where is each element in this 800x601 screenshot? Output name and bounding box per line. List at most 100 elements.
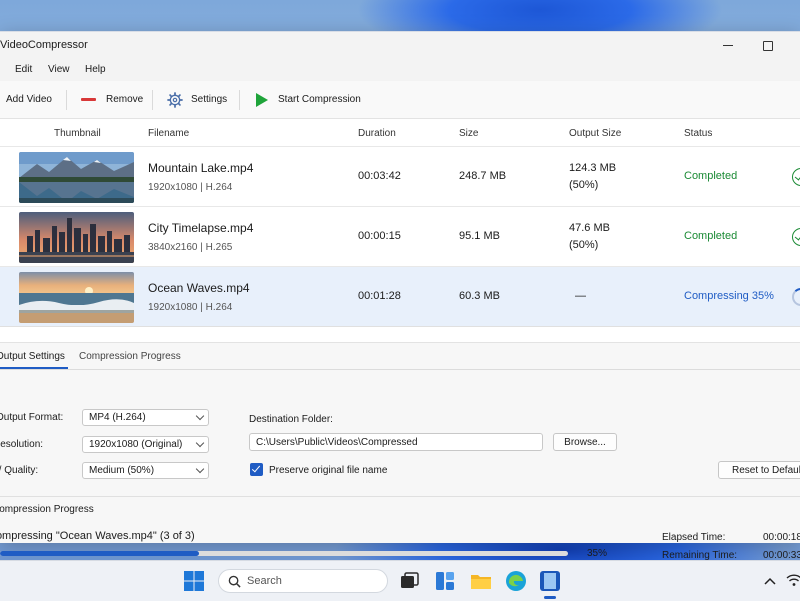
chevron-down-icon (195, 438, 205, 448)
duration: 00:01:28 (358, 290, 401, 302)
wifi-icon[interactable] (786, 573, 800, 587)
search-placeholder: Search (247, 575, 282, 587)
column-header-output-size[interactable]: Output Size (569, 128, 621, 139)
maximize-button[interactable] (748, 32, 788, 59)
table-bottom-border (0, 326, 800, 327)
add-video-button[interactable]: Add Video (6, 81, 52, 118)
quality-select[interactable]: Medium (50%) (82, 462, 209, 479)
progress-fill (0, 551, 199, 556)
output-size: — (575, 290, 586, 302)
remove-button[interactable]: Remove (81, 81, 143, 118)
table-row[interactable]: City Timelapse.mp4 3840x2160 | H.265 00:… (0, 206, 800, 266)
video-meta: 1920x1080 | H.264 (148, 182, 233, 193)
duration: 00:03:42 (358, 170, 401, 182)
table-row[interactable]: Ocean Waves.mp4 1920x1080 | H.264 00:01:… (0, 266, 800, 326)
minimize-button[interactable] (708, 32, 748, 59)
video-thumbnail (19, 152, 134, 203)
remove-label: Remove (106, 94, 144, 105)
output-format-select[interactable]: MP4 (H.264) (82, 409, 209, 426)
column-header-thumbnail[interactable]: Thumbnail (54, 128, 101, 139)
destination-folder-input[interactable]: C:\Users\Public\Videos\Compressed (249, 433, 543, 451)
column-header-status[interactable]: Status (684, 128, 712, 139)
menu-help[interactable]: Help (85, 64, 106, 75)
status-text: Completed (684, 230, 738, 242)
task-view-icon[interactable] (397, 569, 421, 593)
table-row[interactable]: Mountain Lake.mp4 1920x1080 | H.264 00:0… (0, 146, 800, 206)
menu-bar: Edit View Help (0, 59, 800, 81)
maximize-icon (763, 40, 773, 51)
resolution-select[interactable]: 1920x1080 (Original) (82, 436, 209, 453)
start-compression-button[interactable]: Start Compression (256, 81, 361, 118)
spinner-icon (792, 288, 800, 306)
video-compressor-app-icon[interactable] (538, 569, 562, 593)
quality-value: Medium (50%) (89, 465, 155, 476)
size: 95.1 MB (459, 230, 500, 242)
column-header-size[interactable]: Size (459, 128, 478, 139)
resolution-label: Resolution: (0, 439, 44, 450)
video-meta: 3840x2160 | H.265 (148, 242, 233, 253)
output-size: 47.6 MB (569, 222, 610, 234)
filename: Mountain Lake.mp4 (148, 161, 254, 175)
add-video-label: Add Video (6, 94, 52, 105)
filename: City Timelapse.mp4 (148, 221, 254, 235)
output-percent: (50%) (569, 239, 599, 251)
menu-view[interactable]: View (48, 64, 70, 75)
resolution-value: 1920x1080 (Original) (89, 439, 183, 450)
taskbar: Search (0, 560, 800, 601)
check-circle-icon (792, 168, 800, 186)
menu-edit[interactable]: Edit (15, 64, 32, 75)
video-table: Thumbnail Filename Duration Size Output … (0, 122, 800, 337)
window-title: VideoCompressor (0, 39, 88, 51)
chevron-up-icon[interactable] (764, 576, 776, 586)
search-icon (228, 575, 241, 588)
active-tab-indicator (0, 367, 68, 369)
bottom-panel: Output Settings Compression Progress Out… (0, 342, 800, 561)
app-window: VideoCompressor Edit View Help Add Video… (0, 31, 800, 561)
preserve-name-checkbox[interactable] (250, 463, 263, 476)
column-header-duration[interactable]: Duration (358, 128, 396, 139)
widgets-icon[interactable] (433, 569, 457, 593)
filename: Ocean Waves.mp4 (148, 281, 250, 295)
video-meta: 1920x1080 | H.264 (148, 302, 233, 313)
gear-icon (167, 91, 183, 108)
edge-icon[interactable] (504, 569, 528, 593)
toolbar-separator (66, 90, 67, 110)
file-explorer-icon[interactable] (469, 569, 493, 593)
duration: 00:00:15 (358, 230, 401, 242)
settings-button[interactable]: Settings (167, 81, 227, 118)
output-size: 124.3 MB (569, 162, 617, 174)
taskbar-search[interactable]: Search (218, 569, 388, 593)
elapsed-time-label: Elapsed Time: (662, 532, 726, 543)
size: 248.7 MB (459, 170, 507, 182)
output-format-label: Output Format: (0, 412, 64, 423)
quality-label: Bitrate / Quality: (0, 465, 39, 476)
toolbar-separator (152, 90, 153, 110)
progress-current-text: Compressing "Ocean Waves.mp4" (3 of 3) (0, 530, 195, 542)
column-header-filename[interactable]: Filename (148, 128, 189, 139)
play-icon (256, 92, 268, 107)
active-app-indicator (544, 596, 556, 599)
windows-start-icon[interactable] (182, 569, 206, 593)
minimize-icon (723, 45, 733, 46)
progress-section-title: Compression Progress (0, 504, 94, 515)
reset-defaults-button[interactable]: Reset to Defaults (718, 461, 800, 479)
chevron-down-icon (195, 464, 205, 474)
check-circle-icon (792, 228, 800, 246)
section-divider (0, 496, 800, 497)
video-thumbnail (19, 272, 134, 323)
tab-output-settings[interactable]: Output Settings (0, 351, 65, 362)
progress-bar (0, 551, 568, 556)
elapsed-time-value: 00:00:18 (763, 532, 800, 543)
browse-button[interactable]: Browse... (553, 433, 617, 451)
toolbar-separator (239, 90, 240, 110)
start-compression-label: Start Compression (278, 94, 361, 105)
progress-percent: 35% (587, 548, 608, 559)
tab-compression-progress[interactable]: Compression Progress (79, 351, 181, 362)
video-thumbnail (19, 212, 134, 263)
remove-icon (81, 98, 96, 101)
toolbar: Add Video Remove Settings Start Compress… (0, 81, 800, 119)
chevron-down-icon (195, 411, 205, 421)
settings-label: Settings (191, 94, 228, 105)
destination-folder-label: Destination Folder: (249, 414, 333, 425)
preserve-name-label: Preserve original file name (269, 465, 388, 476)
